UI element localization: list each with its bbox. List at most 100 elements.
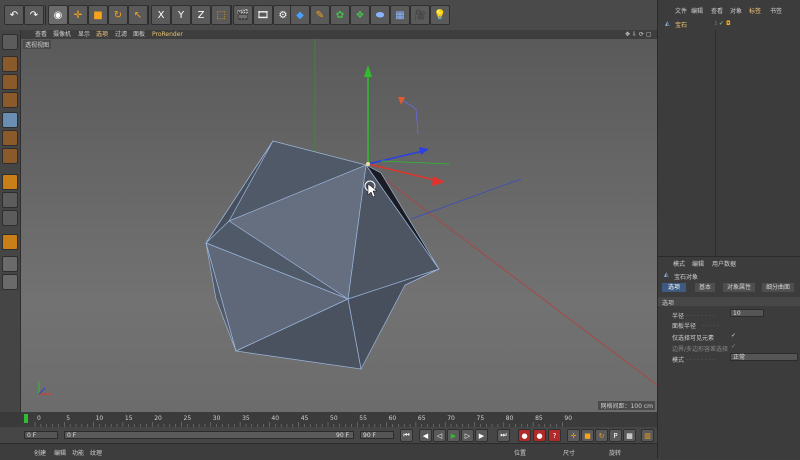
workplane-icon[interactable]	[2, 256, 18, 272]
render-view-icon[interactable]: 🎬	[233, 5, 253, 25]
attr-tab-object-props[interactable]: 对象属性	[723, 283, 756, 292]
object-name[interactable]: 宝石	[675, 20, 687, 29]
am-menu-userdata[interactable]: 用户数据	[712, 259, 736, 268]
viewport-menu-options[interactable]: 选项	[96, 30, 108, 39]
mode-dropdown[interactable]: 正常	[730, 353, 798, 361]
key-rotation-icon[interactable]: ↻	[595, 429, 608, 442]
next-frame-icon[interactable]: ▷	[461, 429, 474, 442]
render-picture-viewer-icon[interactable]: 🎞	[253, 5, 273, 25]
om-menu-tags[interactable]: 标签	[749, 6, 761, 15]
om-menu-view[interactable]: 查看	[711, 6, 723, 15]
frame-range-slider[interactable]: 0 F 90 F	[64, 431, 354, 439]
prev-frame-icon[interactable]: ◁	[433, 429, 446, 442]
cube-icon[interactable]: ◆	[290, 5, 310, 25]
viewport-menu-camera[interactable]: 摄像机	[53, 30, 71, 39]
viewport-menu-prorender[interactable]: ProRender	[152, 30, 183, 39]
lock-icon[interactable]	[2, 274, 18, 290]
viewport-menu-view[interactable]: 查看	[35, 30, 47, 39]
record-icon[interactable]: ●	[518, 429, 531, 442]
om-menu-edit[interactable]: 编辑	[691, 6, 703, 15]
axis-x-button[interactable]: X	[151, 5, 171, 25]
am-menu-edit[interactable]: 编辑	[692, 259, 704, 268]
texture-mode-icon[interactable]	[2, 74, 18, 90]
viewport-menu-filter[interactable]: 过滤	[115, 30, 127, 39]
timeline-ruler[interactable]: 0 5 10 15 20 25 30 35 40 45 50 55 60 65 70 75 80 85 90	[21, 412, 657, 427]
array-icon[interactable]: ❖	[350, 5, 370, 25]
magnet-icon[interactable]	[2, 234, 18, 250]
timeline-tick-label: 5	[66, 415, 71, 422]
object-row[interactable]: ◭ 宝石 ⁝ ✓ ◘	[658, 18, 800, 30]
workplane-mode-icon[interactable]	[2, 92, 18, 108]
gizmo-z-axis	[367, 150, 424, 165]
attr-tab-basic[interactable]: 基本	[695, 283, 716, 292]
attribute-section-header: 选项	[658, 297, 800, 307]
coord-label-rotation: 旋转	[609, 450, 622, 457]
move-icon[interactable]: ✛	[68, 5, 88, 25]
end-frame-field[interactable]: 90 F	[360, 431, 394, 439]
prev-key-icon[interactable]: ◀	[419, 429, 432, 442]
last-tool-icon[interactable]: ↖	[128, 5, 148, 25]
subdivision-icon[interactable]: ✿	[330, 5, 350, 25]
viewport-menu-display[interactable]: 显示	[78, 30, 90, 39]
floor-icon[interactable]: ▦	[390, 5, 410, 25]
viewport-menu-panel[interactable]: 面板	[133, 30, 145, 39]
autokey-icon[interactable]: ●	[533, 429, 546, 442]
goto-start-icon[interactable]: ⏮	[400, 429, 413, 442]
goto-end-icon[interactable]: ⏭	[497, 429, 510, 442]
axis-y-label: Y	[177, 9, 185, 21]
pen-icon[interactable]: ✎	[310, 5, 330, 25]
timeline-tick-label: 60	[388, 415, 397, 422]
radius-field[interactable]: 10	[730, 309, 764, 317]
om-menu-bookmarks[interactable]: 书签	[770, 6, 782, 15]
undo-icon[interactable]: ↶	[4, 5, 24, 25]
om-menu-file[interactable]: 文件	[675, 6, 687, 15]
perspective-viewport[interactable]: 透视视图 网格间距：100 cm	[21, 39, 657, 412]
key-scale-icon[interactable]: ■	[581, 429, 594, 442]
snap-icon[interactable]	[2, 210, 18, 226]
keyframe-selection-icon[interactable]: ?	[548, 429, 561, 442]
axis-mode-icon[interactable]	[2, 174, 18, 190]
deformer-icon[interactable]: ⬬	[370, 5, 390, 25]
visibility-toggle-icon[interactable]: ⁝ ✓	[715, 20, 724, 27]
om-menu-object[interactable]: 对象	[730, 6, 742, 15]
world-z-axis	[410, 178, 522, 220]
axis-y-button[interactable]: Y	[171, 5, 191, 25]
material-tab-texture[interactable]: 纹理	[90, 448, 102, 457]
material-tab-function[interactable]: 功能	[72, 448, 84, 457]
polygons-mode-icon[interactable]	[2, 148, 18, 164]
live-select-icon[interactable]: ◉	[48, 5, 68, 25]
key-position-icon[interactable]: ✛	[567, 429, 580, 442]
timeline-window-icon[interactable]: ▥	[641, 429, 654, 442]
key-param-icon[interactable]: P	[609, 429, 622, 442]
next-key-icon[interactable]: ▶	[475, 429, 488, 442]
tolerance-checkbox[interactable]: ✓	[731, 343, 736, 350]
axis-z-button[interactable]: Z	[191, 5, 211, 25]
model-mode-icon[interactable]	[2, 56, 18, 72]
current-frame-field[interactable]: 0 F	[24, 431, 58, 439]
visible-only-checkbox[interactable]: ✓	[731, 332, 736, 339]
phong-tag-icon[interactable]: ◘	[726, 20, 731, 27]
tweak-mode-icon[interactable]	[2, 192, 18, 208]
key-pla-icon[interactable]: ▦	[623, 429, 636, 442]
make-editable-icon[interactable]	[2, 34, 18, 50]
timeline-tick-label: 55	[359, 415, 367, 422]
gem-attr-icon: ◭	[664, 271, 669, 278]
attr-tab-options[interactable]: 选项	[662, 283, 687, 292]
viewport-nav-icons[interactable]: ✥ ⇩ ⟳ ▢	[625, 30, 651, 39]
redo-icon[interactable]: ↷	[24, 5, 44, 25]
rotate-icon[interactable]: ↻	[108, 5, 128, 25]
play-icon[interactable]: ▶	[447, 429, 460, 442]
axis-z-label: Z	[197, 9, 205, 21]
attr-tab-subdiv[interactable]: 细分曲面	[762, 283, 795, 292]
material-tab-edit[interactable]: 编辑	[54, 448, 66, 457]
points-mode-icon[interactable]	[2, 112, 18, 128]
am-menu-mode[interactable]: 模式	[673, 259, 685, 268]
scale-icon[interactable]: ■	[88, 5, 108, 25]
panel-radius-label: 面板半径	[672, 323, 697, 330]
camera-icon[interactable]: 🎥	[410, 5, 430, 25]
coord-system-icon[interactable]: ⬚	[211, 5, 231, 25]
edges-mode-icon[interactable]	[2, 130, 18, 146]
material-tab-create[interactable]: 创建	[34, 448, 46, 457]
coord-label-size: 尺寸	[563, 450, 576, 457]
light-icon[interactable]: 💡	[430, 5, 450, 25]
